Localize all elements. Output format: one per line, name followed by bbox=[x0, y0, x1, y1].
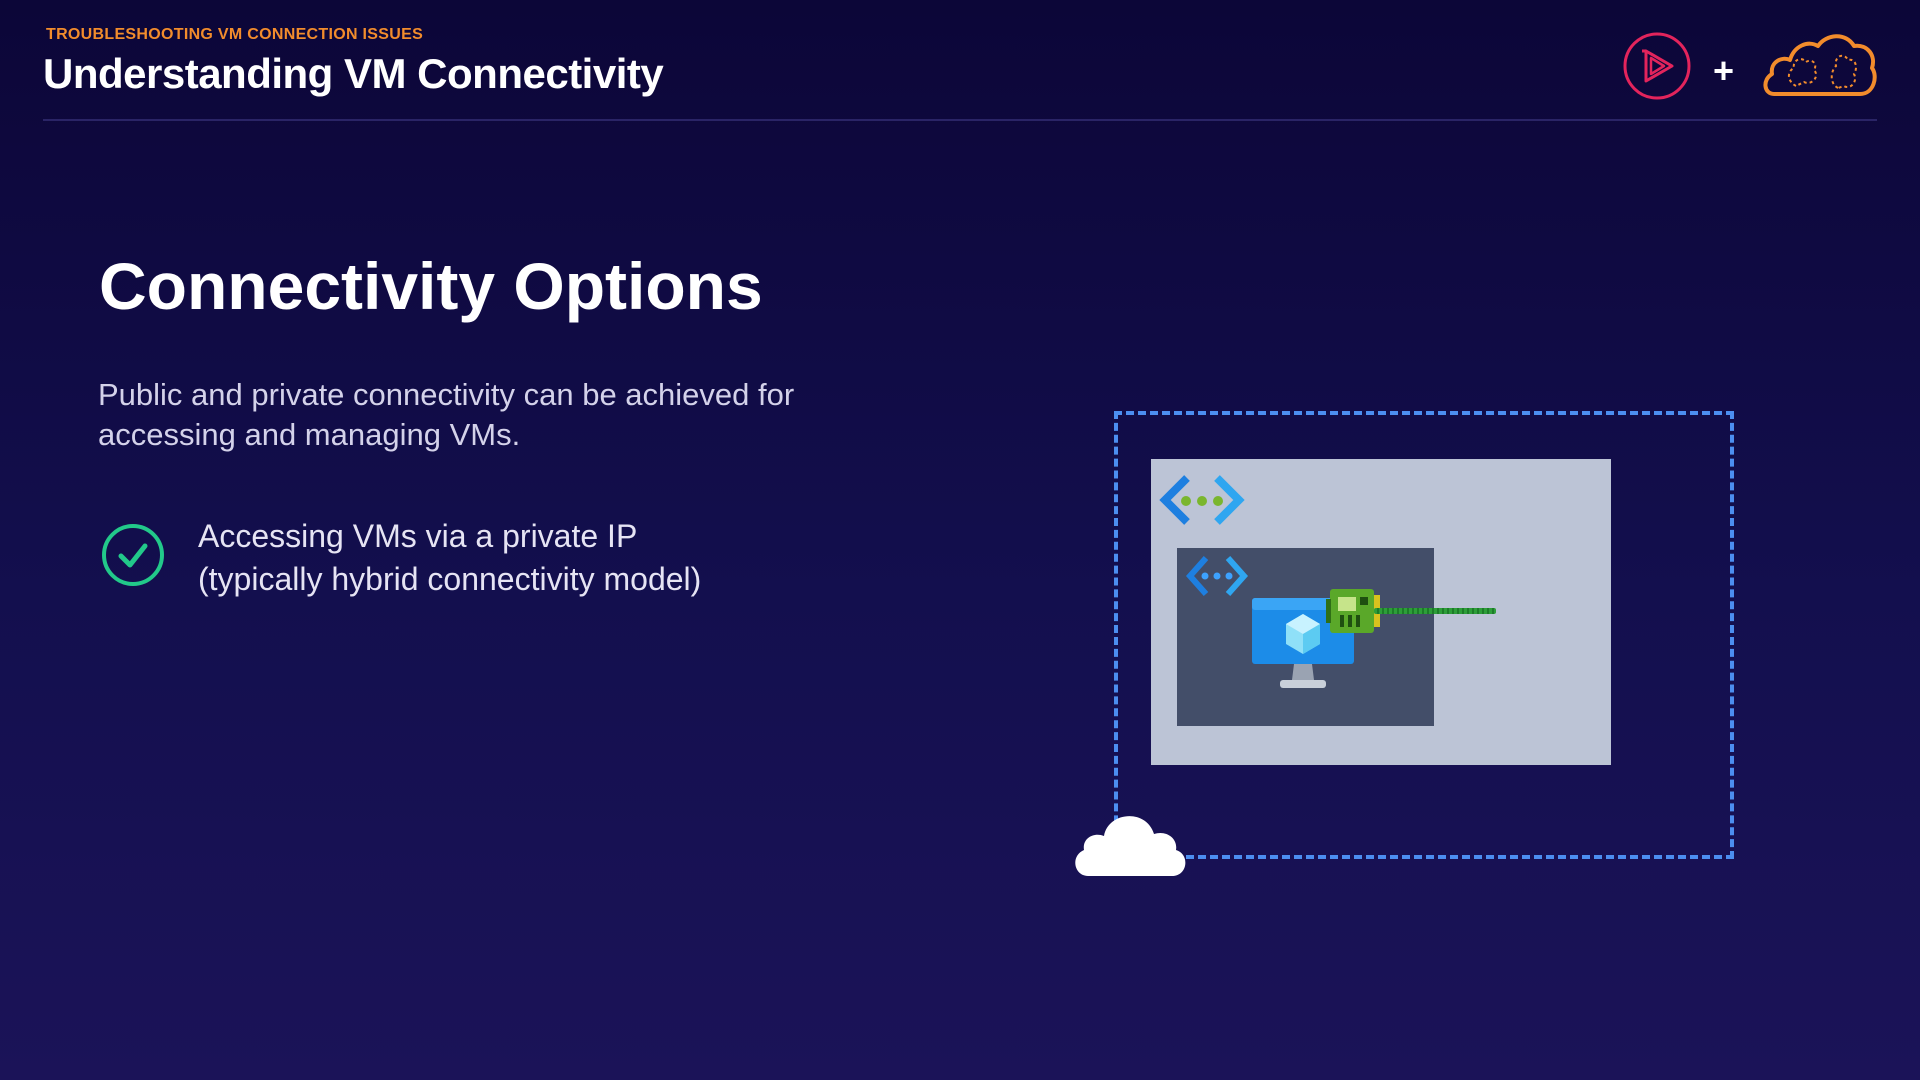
virtual-network-icon bbox=[1159, 475, 1245, 525]
nic-connection-line bbox=[1374, 608, 1496, 614]
header-kicker: TROUBLESHOOTING VM CONNECTION ISSUES bbox=[46, 26, 424, 43]
pluralsight-play-icon bbox=[1623, 32, 1691, 100]
cloud-icon bbox=[1075, 816, 1186, 876]
cloud-brain-icon bbox=[1763, 34, 1877, 96]
slide-title: Connectivity Options bbox=[99, 249, 763, 323]
bullet-text-line1: Accessing VMs via a private IP bbox=[198, 518, 638, 554]
page-title: Understanding VM Connectivity bbox=[43, 50, 664, 97]
check-circle-icon bbox=[102, 524, 164, 586]
brand-plus: + bbox=[1713, 50, 1735, 91]
slide-description: Public and private connectivity can be a… bbox=[98, 377, 795, 452]
bullet-text-line2: (typically hybrid connectivity model) bbox=[198, 561, 702, 597]
subnet-icon bbox=[1185, 556, 1249, 596]
bullet-item: Accessing VMs via a private IP (typicall… bbox=[198, 515, 838, 601]
header-divider bbox=[43, 119, 1877, 121]
